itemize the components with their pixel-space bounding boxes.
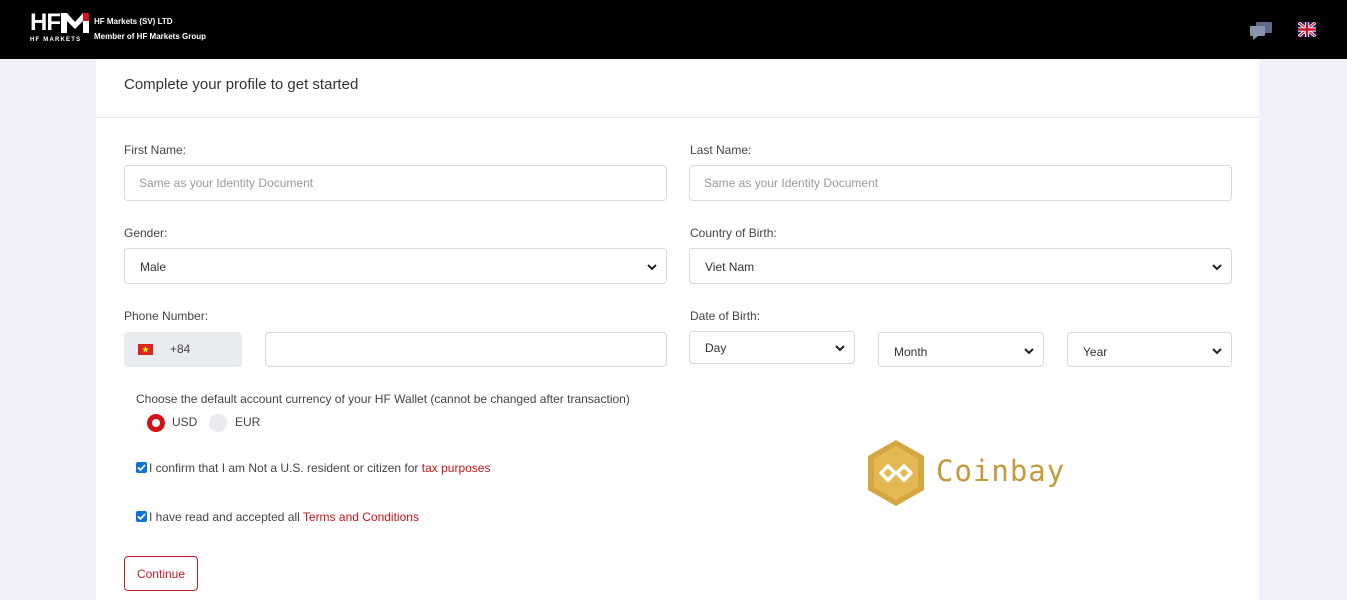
radio-usd[interactable] (147, 414, 165, 432)
checkmark-icon (137, 513, 146, 521)
phone-number-input[interactable] (266, 333, 666, 366)
country-of-birth-value: Viet Nam (705, 260, 755, 274)
dob-year-select[interactable]: Year (1067, 332, 1232, 367)
gender-label: Gender: (124, 226, 168, 240)
dob-day-value: Day (705, 341, 727, 355)
first-name-input[interactable] (125, 166, 666, 200)
phone-country-code[interactable]: +84 (124, 332, 242, 367)
last-name-input[interactable] (690, 166, 1231, 200)
company-group: Member of HF Markets Group (94, 32, 207, 41)
coinbay-text: Coinbay (936, 454, 1066, 488)
accept-terms-text: I have read and accepted all Terms and C… (149, 510, 419, 524)
confirm-resident-text: I confirm that I am Not a U.S. resident … (149, 461, 490, 475)
company-info: HF Markets (SV) LTD Member of HF Markets… (94, 14, 206, 44)
chevron-down-icon (1212, 264, 1222, 271)
currency-prompt: Choose the default account currency of y… (136, 392, 630, 406)
dob-month-select[interactable]: Month (878, 332, 1044, 367)
dob-month-value: Month (894, 345, 928, 359)
first-name-field[interactable] (124, 165, 667, 201)
terms-and-conditions-link[interactable]: Terms and Conditions (303, 510, 419, 524)
hfm-logo[interactable]: HF HF MARKETS (30, 10, 90, 50)
checkmark-icon (137, 464, 146, 472)
card-header: Complete your profile to get started (96, 59, 1259, 118)
gender-select[interactable]: Male (124, 248, 667, 284)
country-of-birth-select[interactable]: Viet Nam (689, 248, 1232, 284)
tax-purposes-link[interactable]: tax purposes (422, 461, 491, 475)
gender-value: Male (140, 260, 167, 274)
page-title: Complete your profile to get started (124, 76, 359, 93)
chevron-down-icon (1024, 348, 1034, 355)
chat-icon[interactable] (1250, 22, 1272, 40)
company-name: HF Markets (SV) LTD (94, 17, 173, 26)
chevron-down-icon (835, 345, 845, 352)
country-of-birth-label: Country of Birth: (690, 226, 777, 240)
chevron-down-icon (647, 264, 657, 271)
logo-m-mark (61, 13, 89, 33)
accept-terms-checkbox[interactable] (136, 511, 147, 522)
date-of-birth-label: Date of Birth: (690, 309, 761, 323)
radio-eur-label: EUR (235, 415, 261, 429)
chevron-down-icon (1212, 348, 1222, 355)
phone-code-value: +84 (170, 342, 191, 356)
radio-eur[interactable] (209, 414, 227, 432)
phone-number-label: Phone Number: (124, 309, 209, 323)
coinbay-logo: Coinbay (866, 440, 1066, 506)
dob-year-value: Year (1083, 345, 1108, 359)
confirm-resident-label: I confirm that I am Not a U.S. resident … (149, 461, 422, 475)
top-bar: HF HF MARKETS HF Markets (SV) LTD Member… (0, 0, 1347, 59)
logo-hf: HF (30, 9, 61, 36)
logo-subtitle: HF MARKETS (30, 37, 82, 43)
vietnam-flag-icon (138, 344, 153, 355)
accept-terms-label: I have read and accepted all (149, 510, 303, 524)
confirm-resident-checkbox[interactable] (136, 462, 147, 473)
coinbay-hexagon-icon (868, 440, 924, 506)
continue-button[interactable]: Continue (124, 556, 198, 591)
phone-number-field[interactable] (265, 332, 667, 367)
radio-usd-label: USD (172, 415, 198, 429)
uk-flag-icon[interactable] (1298, 22, 1316, 37)
first-name-label: First Name: (124, 143, 187, 157)
last-name-label: Last Name: (690, 143, 752, 157)
dob-day-select[interactable]: Day (689, 331, 855, 364)
last-name-field[interactable] (689, 165, 1232, 201)
